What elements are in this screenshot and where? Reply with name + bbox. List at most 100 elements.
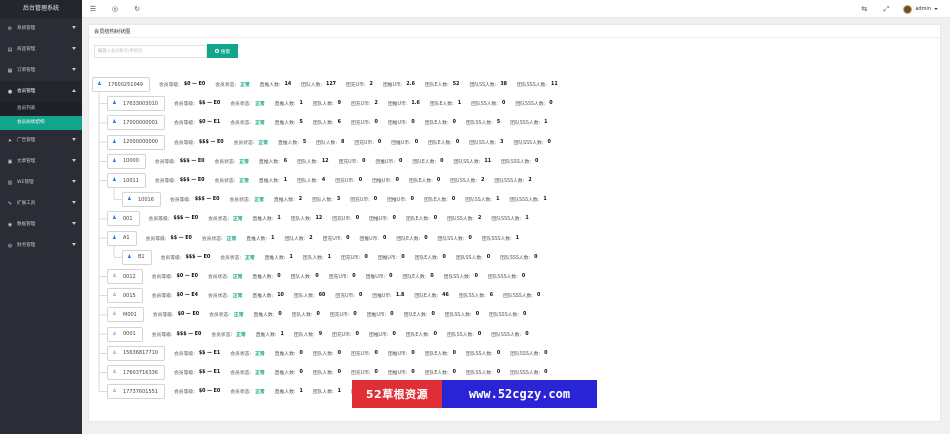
- menu-icon[interactable]: ☰: [82, 5, 104, 13]
- stat-label: 团队SSS人数:: [517, 83, 547, 88]
- stat-value: 0: [337, 370, 341, 375]
- member-node[interactable]: ♟ 10000: [107, 153, 146, 169]
- member-id: M001: [123, 311, 137, 318]
- stat-value: 0: [374, 350, 378, 356]
- home-icon[interactable]: ◎: [104, 5, 126, 13]
- stat-direct: 直推人数: 5: [275, 119, 303, 126]
- sidebar-item-5[interactable]: ➤ 广告管理: [0, 130, 82, 151]
- tree-node-row: ♙ 17603716336 会员等级: $$ — E1 会员状态: 正常 直推人数: 0 团队人…: [107, 365, 557, 380]
- member-node[interactable]: ♟ 17000000001: [107, 115, 165, 131]
- stat-team-ss: 团队SS人数:0: [466, 350, 500, 357]
- stat-team: 团队人数: 1: [313, 388, 341, 395]
- member-node[interactable]: ♟ 12000000000: [107, 134, 165, 150]
- stat-status: 会员状态: 正常: [230, 388, 264, 395]
- sidebar-item-7[interactable]: ▥ WE管理: [0, 172, 82, 193]
- sidebar-item-4[interactable]: ● 会员管理: [0, 81, 82, 102]
- stat-label: 团队人数:: [290, 217, 312, 223]
- search-icon: [214, 49, 219, 53]
- stat-direct: 直推人数: 0: [275, 350, 303, 357]
- member-node[interactable]: ♟ A1: [107, 230, 137, 246]
- stat-team-upgrade: 团推U币:0: [388, 350, 415, 357]
- stat-label: 团推U币:: [368, 332, 389, 338]
- stat-team-ss: 团队SS人数:0: [447, 331, 481, 338]
- stat-team-ss: 团队SS人数:0: [445, 311, 479, 318]
- stat-label: 团队E人数:: [428, 140, 452, 146]
- member-node[interactable]: ♙ 17737601551: [107, 384, 165, 400]
- refresh-icon[interactable]: ↻: [126, 5, 148, 13]
- member-id: 12000000000: [123, 139, 158, 146]
- stat-team: 团队人数: 0: [313, 350, 341, 357]
- sidebar-item-8[interactable]: ✎ 扩展工具: [0, 193, 82, 214]
- member-node[interactable]: ♙ 17603716336: [107, 365, 165, 380]
- stat-label: 团队SS人数:: [450, 179, 478, 184]
- stat-label: 团队SSS人数:: [510, 121, 541, 127]
- stat-status: 会员状态: 正常: [208, 215, 242, 222]
- sidebar-item-2[interactable]: ▤ 商品管理: [0, 39, 82, 60]
- member-node[interactable]: ♟ 10011: [107, 173, 146, 188]
- sidebar-item-10[interactable]: ◍ 财务管理: [0, 235, 82, 256]
- stat-team-sss: 团队SSS人数: 1: [509, 196, 546, 203]
- sidebar-item-label: 扩展工具: [17, 201, 36, 206]
- stat-value: 0: [364, 254, 368, 260]
- sidebar-item-6[interactable]: ▣ 文章管理: [0, 151, 82, 172]
- member-node[interactable]: ♟ B1: [122, 249, 152, 265]
- stat-label: 团队E人数:: [405, 217, 430, 223]
- stat-value: 0: [316, 312, 320, 318]
- member-id: 17633003010: [123, 100, 158, 107]
- stat-team-upgrade: 团推U币:0: [388, 369, 415, 376]
- stat-value: 2.6: [406, 82, 415, 87]
- stat-label: 团充U币:: [328, 275, 349, 280]
- admin-name[interactable]: admin: [915, 6, 931, 12]
- sidebar-item-1[interactable]: ⚙ 系统管理: [0, 18, 82, 39]
- stat-label: 团队人数:: [302, 255, 324, 261]
- stat-team: 团队人数: 6: [313, 119, 341, 126]
- submenu-member-list[interactable]: 会员列表: [0, 102, 82, 116]
- stat-value: 1: [337, 389, 341, 395]
- fullscreen-icon[interactable]: ⤢: [875, 5, 897, 14]
- paper-plane-icon: ➤: [7, 137, 13, 144]
- stat-value: 正常: [239, 159, 249, 165]
- stat-label: 直推人数:: [274, 390, 296, 396]
- stat-label: 团队SSS人数:: [487, 275, 518, 280]
- stat-value: 正常: [255, 371, 265, 376]
- avatar[interactable]: [903, 4, 913, 14]
- member-node[interactable]: ♙ M001: [107, 307, 144, 323]
- stat-team-upgrade: 团推U币:0: [359, 235, 386, 242]
- member-node[interactable]: ♟ 17633003010: [107, 96, 165, 112]
- stat-label: 团队E人数:: [405, 332, 430, 338]
- member-node[interactable]: ♙ 0015: [107, 288, 143, 304]
- sidebar-item-3[interactable]: ▦ 订单管理: [0, 60, 82, 81]
- stat-value: 0: [452, 120, 456, 126]
- stat-label: 团队E人数:: [424, 371, 449, 376]
- stat-label: 团队人数:: [290, 275, 312, 280]
- search-button[interactable]: 搜索: [207, 44, 238, 58]
- search-input[interactable]: [94, 45, 207, 58]
- stat-value: 2: [528, 178, 532, 183]
- member-node[interactable]: ♙ 15636817710: [107, 345, 165, 361]
- member-id: 0012: [123, 273, 136, 280]
- stat-label: 会员状态:: [230, 390, 252, 396]
- top-bar-right: ⇆ ⤢ admin: [853, 0, 950, 18]
- chevron-down-icon[interactable]: [934, 8, 938, 10]
- stat-label: 团队SS人数:: [458, 294, 486, 300]
- stat-value: 1: [515, 235, 520, 241]
- member-node[interactable]: ♙ 0012: [107, 269, 143, 284]
- stat-label: 团推U币:: [382, 83, 403, 88]
- sidebar-item-9[interactable]: ◉ 数据管理: [0, 214, 82, 235]
- stat-team: 团队人数: 0: [291, 273, 319, 280]
- stat-label: 团推U币:: [387, 351, 408, 357]
- stat-value: 0: [392, 331, 396, 337]
- stat-label: 会员等级:: [174, 390, 195, 396]
- wrench-icon: ✎: [7, 200, 13, 207]
- stat-label: 团充U币:: [350, 351, 371, 357]
- stat-value: 60: [318, 293, 326, 299]
- member-node[interactable]: ♟ 001: [107, 211, 140, 227]
- member-node[interactable]: ♙ 0001: [107, 326, 143, 342]
- stat-value: 0: [411, 370, 415, 375]
- stat-team-upgrade: 团推U币:0: [369, 215, 396, 222]
- submenu-member-tree[interactable]: 会员树状结构: [0, 116, 82, 130]
- member-node[interactable]: ♟ 10016: [122, 192, 161, 208]
- preview-icon[interactable]: ⇆: [853, 5, 875, 13]
- member-node[interactable]: ♟ 17600251049: [92, 77, 150, 92]
- stat-value: 0: [355, 216, 360, 222]
